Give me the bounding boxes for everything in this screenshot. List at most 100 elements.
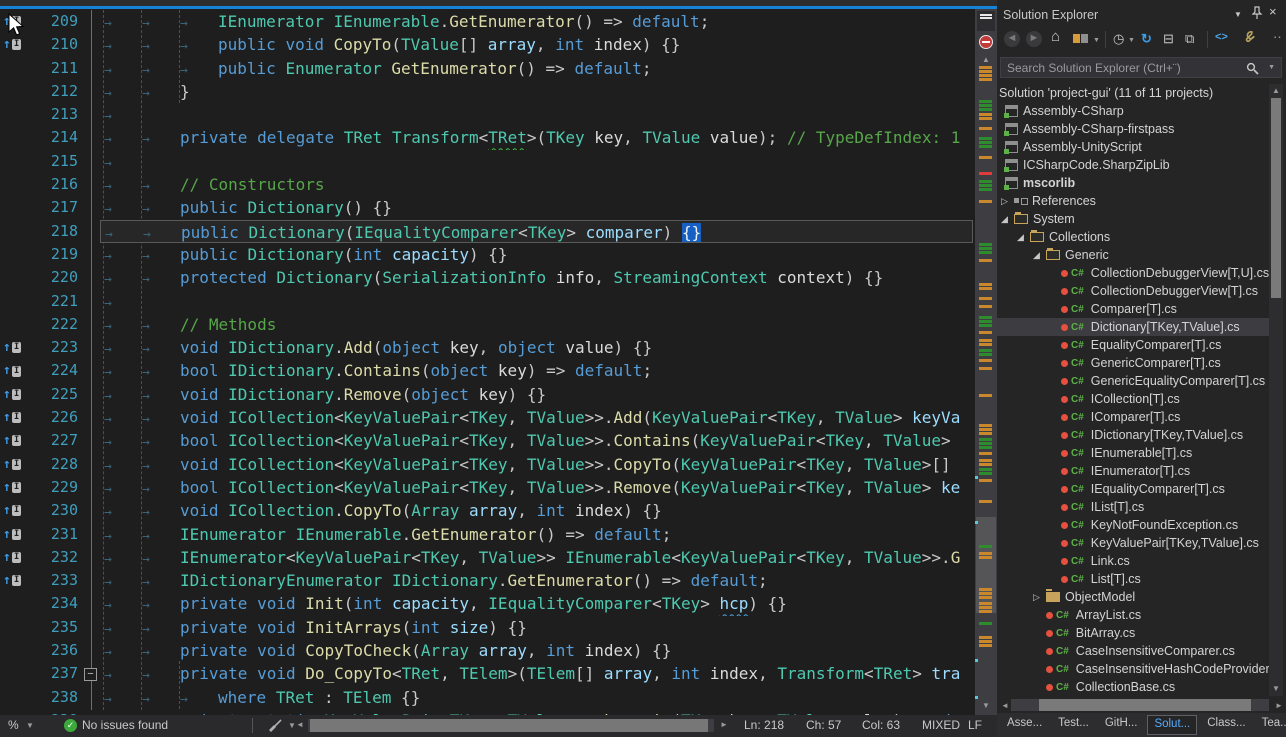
tree-item-arraylist-cs[interactable]: C#ArrayList.cs	[997, 606, 1269, 624]
outlining-margin[interactable]	[78, 150, 100, 173]
code-line-210[interactable]: ↑I210→→→public void CopyTo(TValue[] arra…	[0, 33, 975, 56]
outlining-margin[interactable]	[78, 220, 100, 243]
collapse-all-icon[interactable]: ⊟	[1163, 31, 1174, 47]
tree-item-system[interactable]: ◢System	[997, 210, 1269, 228]
code-line-219[interactable]: 219→→public Dictionary(int capacity) {}	[0, 243, 975, 266]
tree-scroll-right-icon[interactable]: ►	[1275, 701, 1283, 710]
code-text[interactable]: →→void ICollection<KeyValuePair<TKey, TV…	[100, 453, 975, 476]
history-dropdown-icon[interactable]: ▼	[1128, 37, 1135, 44]
tree-item-caseinsensitivehashcodeprovider-cs[interactable]: C#CaseInsensitiveHashCodeProvider.cs	[997, 660, 1269, 678]
code-text[interactable]: →→→where TRet : TElem {}	[100, 686, 975, 709]
outlining-margin[interactable]	[78, 406, 100, 429]
tree-item-keyvaluepair-tkey-tvalue-cs[interactable]: C#KeyValuePair[TKey,TValue].cs	[997, 534, 1269, 552]
tree-hscroll-track[interactable]	[1011, 699, 1269, 711]
scroll-up-icon[interactable]: ▲	[975, 55, 997, 64]
outlining-margin[interactable]	[78, 499, 100, 522]
tree-item-solution-project-gui-11-of-11-projects-[interactable]: Solution 'project-gui' (11 of 11 project…	[997, 84, 1269, 102]
issues-status[interactable]: No issues found	[82, 718, 168, 732]
code-text[interactable]: →→private delegate TRet Transform<TRet>(…	[100, 126, 975, 149]
tree-item-references[interactable]: ▷References	[997, 192, 1269, 210]
outlining-margin[interactable]	[78, 546, 100, 569]
code-line-212[interactable]: 212→→}	[0, 80, 975, 103]
tree-item-idictionary-tkey-tvalue-cs[interactable]: C#IDictionary[TKey,TValue].cs	[997, 426, 1269, 444]
code-line-209[interactable]: ↑I209→→→IEnumerator IEnumerable.GetEnume…	[0, 10, 975, 33]
code-text[interactable]: →→→public Enumerator GetEnumerator() => …	[100, 57, 975, 80]
tree-item-generic[interactable]: ◢Generic	[997, 246, 1269, 264]
collapse-arrow-icon[interactable]: ◢	[1001, 214, 1014, 225]
search-icon[interactable]	[1246, 62, 1259, 75]
sync-dropdown-icon[interactable]: ▼	[1093, 37, 1100, 44]
collapse-arrow-icon[interactable]: ◢	[1033, 250, 1046, 261]
tree-item-caseinsensitivecomparer-cs[interactable]: C#CaseInsensitiveComparer.cs	[997, 642, 1269, 660]
tree-item-ienumerable-t-cs[interactable]: C#IEnumerable[T].cs	[997, 444, 1269, 462]
tree-item-mscorlib[interactable]: mscorlib	[997, 174, 1269, 192]
code-line-228[interactable]: ↑I228→→void ICollection<KeyValuePair<TKe…	[0, 453, 975, 476]
panel-tab-gith[interactable]: GitH...	[1099, 715, 1144, 735]
tree-item-comparer-t-cs[interactable]: C#Comparer[T].cs	[997, 300, 1269, 318]
tree-scroll-up-icon[interactable]: ▲	[1269, 86, 1283, 95]
implements-gutter-icon[interactable]: ↑I	[0, 546, 26, 569]
panel-tab-class[interactable]: Class...	[1201, 715, 1251, 735]
search-box[interactable]: Search Solution Explorer (Ctrl+¨) ▼	[1000, 57, 1282, 78]
code-line-233[interactable]: ↑I233→→IDictionaryEnumerator IDictionary…	[0, 569, 975, 592]
outlining-margin[interactable]	[78, 523, 100, 546]
scroll-down-icon[interactable]: ▼	[975, 701, 997, 710]
tree-item-assembly-csharp-firstpass[interactable]: Assembly-CSharp-firstpass	[997, 120, 1269, 138]
toolbar-overflow-icon[interactable]: ‥	[1273, 26, 1282, 42]
wrench-icon[interactable]	[1241, 30, 1256, 45]
explorer-horizontal-scrollbar[interactable]: ◄ ►	[997, 699, 1286, 712]
tree-item-icomparer-t-cs[interactable]: C#IComparer[T].cs	[997, 408, 1269, 426]
view-code-icon[interactable]: <>	[1215, 31, 1228, 43]
code-line-229[interactable]: ↑I229→→bool ICollection<KeyValuePair<TKe…	[0, 476, 975, 499]
code-line-221[interactable]: 221→	[0, 290, 975, 313]
outlining-margin[interactable]	[78, 429, 100, 452]
tree-item-collectiondebuggerview-t-cs[interactable]: C#CollectionDebuggerView[T].cs	[997, 282, 1269, 300]
implements-gutter-icon[interactable]: ↑I	[0, 453, 26, 476]
code-line-214[interactable]: 214→→private delegate TRet Transform<TRe…	[0, 126, 975, 149]
broom-icon[interactable]	[268, 719, 284, 733]
split-editor-handle-icon[interactable]	[977, 11, 995, 31]
editor-horizontal-scrollbar[interactable]	[308, 719, 714, 732]
pin-icon[interactable]	[1251, 6, 1263, 20]
broom-dropdown-icon[interactable]: ▼	[288, 721, 296, 730]
document-health-icon[interactable]	[979, 35, 993, 49]
implements-gutter-icon[interactable]: ↑I	[0, 569, 26, 592]
tree-item-icsharpcode-sharpziplib[interactable]: ICSharpCode.SharpZipLib	[997, 156, 1269, 174]
tree-scroll-left-icon[interactable]: ◄	[1001, 701, 1009, 710]
code-text[interactable]: →→IDictionaryEnumerator IDictionary.GetE…	[100, 569, 975, 592]
code-line-213[interactable]: 213→	[0, 103, 975, 126]
code-line-237[interactable]: 237→→private void Do_CopyTo<TRet, TElem>…	[0, 662, 975, 685]
hscroll-right-icon[interactable]: ►	[720, 720, 728, 729]
tree-scrollbar-thumb[interactable]	[1271, 98, 1281, 298]
code-line-230[interactable]: ↑I230→→void ICollection.CopyTo(Array arr…	[0, 499, 975, 522]
refresh-icon[interactable]: ↻	[1141, 31, 1152, 47]
code-line-220[interactable]: 220→→protected Dictionary(SerializationI…	[0, 266, 975, 289]
explorer-vertical-scrollbar[interactable]: ▲ ▼	[1269, 84, 1283, 696]
code-text[interactable]: →→bool ICollection<KeyValuePair<TKey, TV…	[100, 476, 975, 499]
sync-with-active-document-icon[interactable]	[1073, 31, 1088, 46]
search-dropdown-icon[interactable]: ▼	[1268, 64, 1275, 71]
code-text[interactable]: →→public Dictionary() {}	[100, 196, 975, 219]
tree-item-collectionbase-cs[interactable]: C#CollectionBase.cs	[997, 678, 1269, 696]
code-line-217[interactable]: 217→→public Dictionary() {}	[0, 196, 975, 219]
outlining-margin[interactable]	[78, 10, 100, 33]
expand-arrow-icon[interactable]: ▷	[1001, 196, 1014, 207]
implements-gutter-icon[interactable]: ↑I	[0, 336, 26, 359]
code-text[interactable]: →→private void InitArrays(int size) {}	[100, 616, 975, 639]
tree-item-iequalitycomparer-t-cs[interactable]: C#IEqualityComparer[T].cs	[997, 480, 1269, 498]
code-line-226[interactable]: ↑I226→→void ICollection<KeyValuePair<TKe…	[0, 406, 975, 429]
code-text[interactable]: →→→IEnumerator IEnumerable.GetEnumerator…	[100, 10, 975, 33]
code-line-224[interactable]: ↑I224→→bool IDictionary.Contains(object …	[0, 359, 975, 382]
code-text[interactable]: →→void IDictionary.Remove(object key) {}	[100, 383, 975, 406]
code-text[interactable]: →→// Constructors	[100, 173, 975, 196]
collapse-arrow-icon[interactable]: ◢	[1017, 232, 1030, 243]
code-line-222[interactable]: 222→→// Methods	[0, 313, 975, 336]
code-text[interactable]: →→}	[100, 80, 975, 103]
back-icon[interactable]: ◄	[1004, 31, 1020, 47]
tree-scroll-down-icon[interactable]: ▼	[1269, 684, 1283, 693]
outlining-margin[interactable]	[78, 266, 100, 289]
outlining-margin[interactable]	[78, 359, 100, 382]
implements-gutter-icon[interactable]: ↑I	[0, 523, 26, 546]
home-icon[interactable]: ⌂	[1051, 28, 1060, 45]
code-text[interactable]: →→bool IDictionary.Contains(object key) …	[100, 359, 975, 382]
